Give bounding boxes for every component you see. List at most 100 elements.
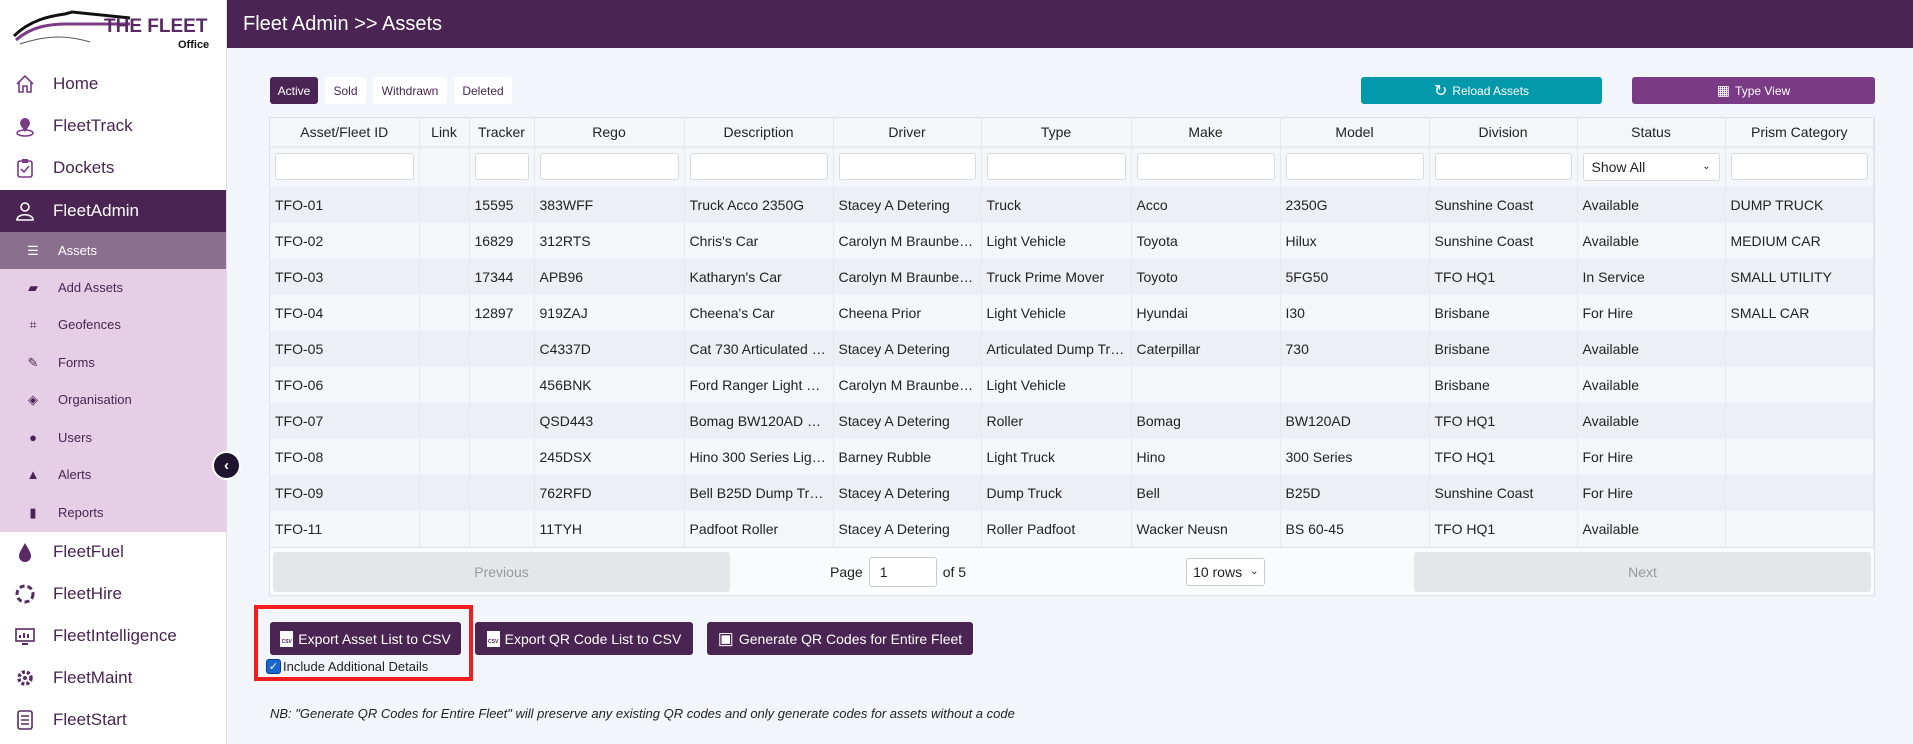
table-cell: Hino 300 Series Light Truck xyxy=(684,439,834,475)
column-header[interactable]: Division xyxy=(1429,118,1578,146)
sidebar-subitem-organisation[interactable]: ◈ Organisation xyxy=(0,381,226,418)
sidebar-subitem-assets[interactable]: ☰ Assets xyxy=(0,232,226,269)
sidebar-item-fleetadmin[interactable]: FleetAdmin xyxy=(0,190,226,232)
table-row[interactable]: TFO-01 15595 383WFF Truck Acco 2350G Stacey … xyxy=(270,187,1874,223)
type-view-button[interactable]: ▦ Type View xyxy=(1632,77,1875,104)
sidebar-item-dockets[interactable]: Dockets xyxy=(0,147,226,189)
table-row[interactable]: TFO-11 11TYH Padfoot Roller Stacey A Deteri… xyxy=(270,511,1874,547)
table-row[interactable]: TFO-03 17344 APB96 Katharyn's Car Carolyn M … xyxy=(270,259,1874,295)
filter-input[interactable] xyxy=(539,153,679,180)
filter-input[interactable] xyxy=(1136,153,1275,180)
filter-input[interactable] xyxy=(474,153,529,180)
chevron-down-icon: ⌄ xyxy=(1250,566,1259,577)
sidebar-subitem-forms[interactable]: ✎ Forms xyxy=(0,344,226,381)
rows-per-page-select[interactable]: 10 rows ⌄ xyxy=(1186,557,1266,586)
sidebar-item-label: Organisation xyxy=(58,392,132,407)
table-cell: Stacey A Detering xyxy=(833,403,982,439)
sidebar-item-fleetfuel[interactable]: FleetFuel xyxy=(0,531,226,573)
sidebar-item-fleetstart[interactable]: FleetStart xyxy=(0,699,226,741)
filter-input[interactable] xyxy=(689,153,828,180)
table-cell: Bomag BW120AD Roller xyxy=(684,403,834,439)
sidebar-item-fleettrack[interactable]: FleetTrack xyxy=(0,105,226,147)
svg-text:THE FLEET: THE FLEET xyxy=(104,16,208,37)
export-qr-code-list-csv-button[interactable]: CSV Export QR Code List to CSV xyxy=(475,622,693,655)
reload-assets-button[interactable]: ↻ Reload Assets xyxy=(1361,77,1602,104)
table-cell xyxy=(419,223,470,259)
filter-input[interactable] xyxy=(275,153,414,180)
table-cell: In Service xyxy=(1577,259,1726,295)
table-cell: Toyoto xyxy=(1131,259,1281,295)
logo[interactable]: THE FLEET Office xyxy=(10,6,210,51)
table-cell: Bomag xyxy=(1131,403,1281,439)
table-cell: Hilux xyxy=(1280,223,1430,259)
filter-input[interactable] xyxy=(986,153,1126,180)
column-header[interactable]: Prism Category xyxy=(1725,118,1874,146)
next-button[interactable]: Next xyxy=(1414,551,1871,592)
table-row[interactable]: TFO-04 12897 919ZAJ Cheena's Car Cheena Prio… xyxy=(270,295,1874,331)
sidebar: THE FLEET Office Home FleetTrack Dockets… xyxy=(0,0,227,744)
table-row[interactable]: TFO-09 762RFD Bell B25D Dump Truck Stacey A… xyxy=(270,475,1874,511)
table-row[interactable]: TFO-02 16829 312RTS Chris's Car Carolyn M Br… xyxy=(270,223,1874,259)
column-header[interactable]: Status xyxy=(1577,118,1726,146)
table-row[interactable]: TFO-06 456BNKFord Ranger Light VehicleCar… xyxy=(270,367,1874,403)
column-header[interactable]: Tracker xyxy=(469,118,535,146)
table-cell xyxy=(419,439,470,475)
svg-text:Office: Office xyxy=(178,39,209,50)
column-header[interactable]: Driver xyxy=(833,118,982,146)
tab-sold[interactable]: Sold xyxy=(325,77,366,104)
filter-input[interactable] xyxy=(1434,153,1572,180)
table-cell: Padfoot Roller xyxy=(684,511,834,547)
filter-input[interactable] xyxy=(838,153,976,180)
sidebar-subitem-add-assets[interactable]: ▰ Add Assets xyxy=(0,269,226,306)
tab-withdrawn[interactable]: Withdrawn xyxy=(373,77,447,104)
table-cell: Stacey A Detering xyxy=(833,511,982,547)
filter-input[interactable] xyxy=(1285,153,1424,180)
status-filter-select[interactable]: Show All ⌄ xyxy=(1582,152,1720,181)
table-row[interactable]: TFO-05 C4337DCat 730 Articulated Dump Tru… xyxy=(270,331,1874,367)
page-input[interactable]: 1 xyxy=(868,556,937,587)
column-header[interactable]: Description xyxy=(684,118,834,146)
sidebar-subitem-alerts[interactable]: ▲ Alerts xyxy=(0,456,226,493)
table-cell: Bell xyxy=(1131,475,1281,511)
filter-input[interactable] xyxy=(1730,153,1868,180)
sidebar-item-label: FleetIntelligence xyxy=(53,626,177,645)
table-cell: For Hire xyxy=(1577,475,1726,511)
sidebar-item-label: Assets xyxy=(58,243,98,258)
column-header[interactable]: Asset/Fleet ID xyxy=(270,118,420,146)
sidebar-item-fleetmaint[interactable]: FleetMaint xyxy=(0,657,226,699)
column-header[interactable]: Rego xyxy=(534,118,685,146)
table-cell: QSD443 xyxy=(534,403,685,439)
collapse-sidebar-button[interactable]: ‹ xyxy=(212,451,241,480)
column-header[interactable]: Type xyxy=(981,118,1132,146)
sidebar-item-fleethire[interactable]: FleetHire xyxy=(0,573,226,615)
table-row[interactable]: TFO-08245DSXHino 300 Series Light TruckB… xyxy=(270,439,1874,475)
table-cell: Cheena's Car xyxy=(684,295,834,331)
tab-deleted[interactable]: Deleted xyxy=(454,77,512,104)
table-cell: Wacker Neusn xyxy=(1131,511,1281,547)
folder-plus-icon: ▰ xyxy=(28,279,38,295)
include-additional-details-checkbox[interactable]: ✓ Include Additional Details xyxy=(266,659,428,674)
table-cell: Available xyxy=(1577,223,1726,259)
checkbox-checked-icon[interactable]: ✓ xyxy=(266,659,281,674)
sidebar-subitem-users[interactable]: ● Users xyxy=(0,419,226,456)
table-cell: Sunshine Coast xyxy=(1429,223,1578,259)
sidebar-item-fleetintelligence[interactable]: FleetIntelligence xyxy=(0,615,226,657)
sidebar-subitem-geofences[interactable]: ⌗ Geofences xyxy=(0,306,226,343)
previous-button[interactable]: Previous xyxy=(273,551,730,592)
table-row[interactable]: TFO-07 QSD443 Bomag BW120AD Roller Stacey A… xyxy=(270,403,1874,439)
column-header[interactable]: Link xyxy=(419,118,470,146)
sidebar-subitem-reports[interactable]: ▮ Reports xyxy=(0,494,226,531)
table-cell: Dump Truck xyxy=(981,475,1132,511)
table-cell: 17344 xyxy=(469,259,535,295)
column-header[interactable]: Make xyxy=(1131,118,1281,146)
filter-cell xyxy=(833,146,982,187)
table-cell xyxy=(1131,367,1281,403)
sidebar-item-home[interactable]: Home xyxy=(0,63,226,105)
table-cell: TFO HQ1 xyxy=(1429,403,1578,439)
table-cell: 16829 xyxy=(469,223,535,259)
column-header[interactable]: Model xyxy=(1280,118,1430,146)
location-pin-icon xyxy=(13,114,37,138)
generate-qr-codes-button[interactable]: ▣ Generate QR Codes for Entire Fleet xyxy=(707,622,973,655)
sidebar-item-label: FleetHire xyxy=(53,584,122,603)
tab-active[interactable]: Active xyxy=(270,77,318,104)
